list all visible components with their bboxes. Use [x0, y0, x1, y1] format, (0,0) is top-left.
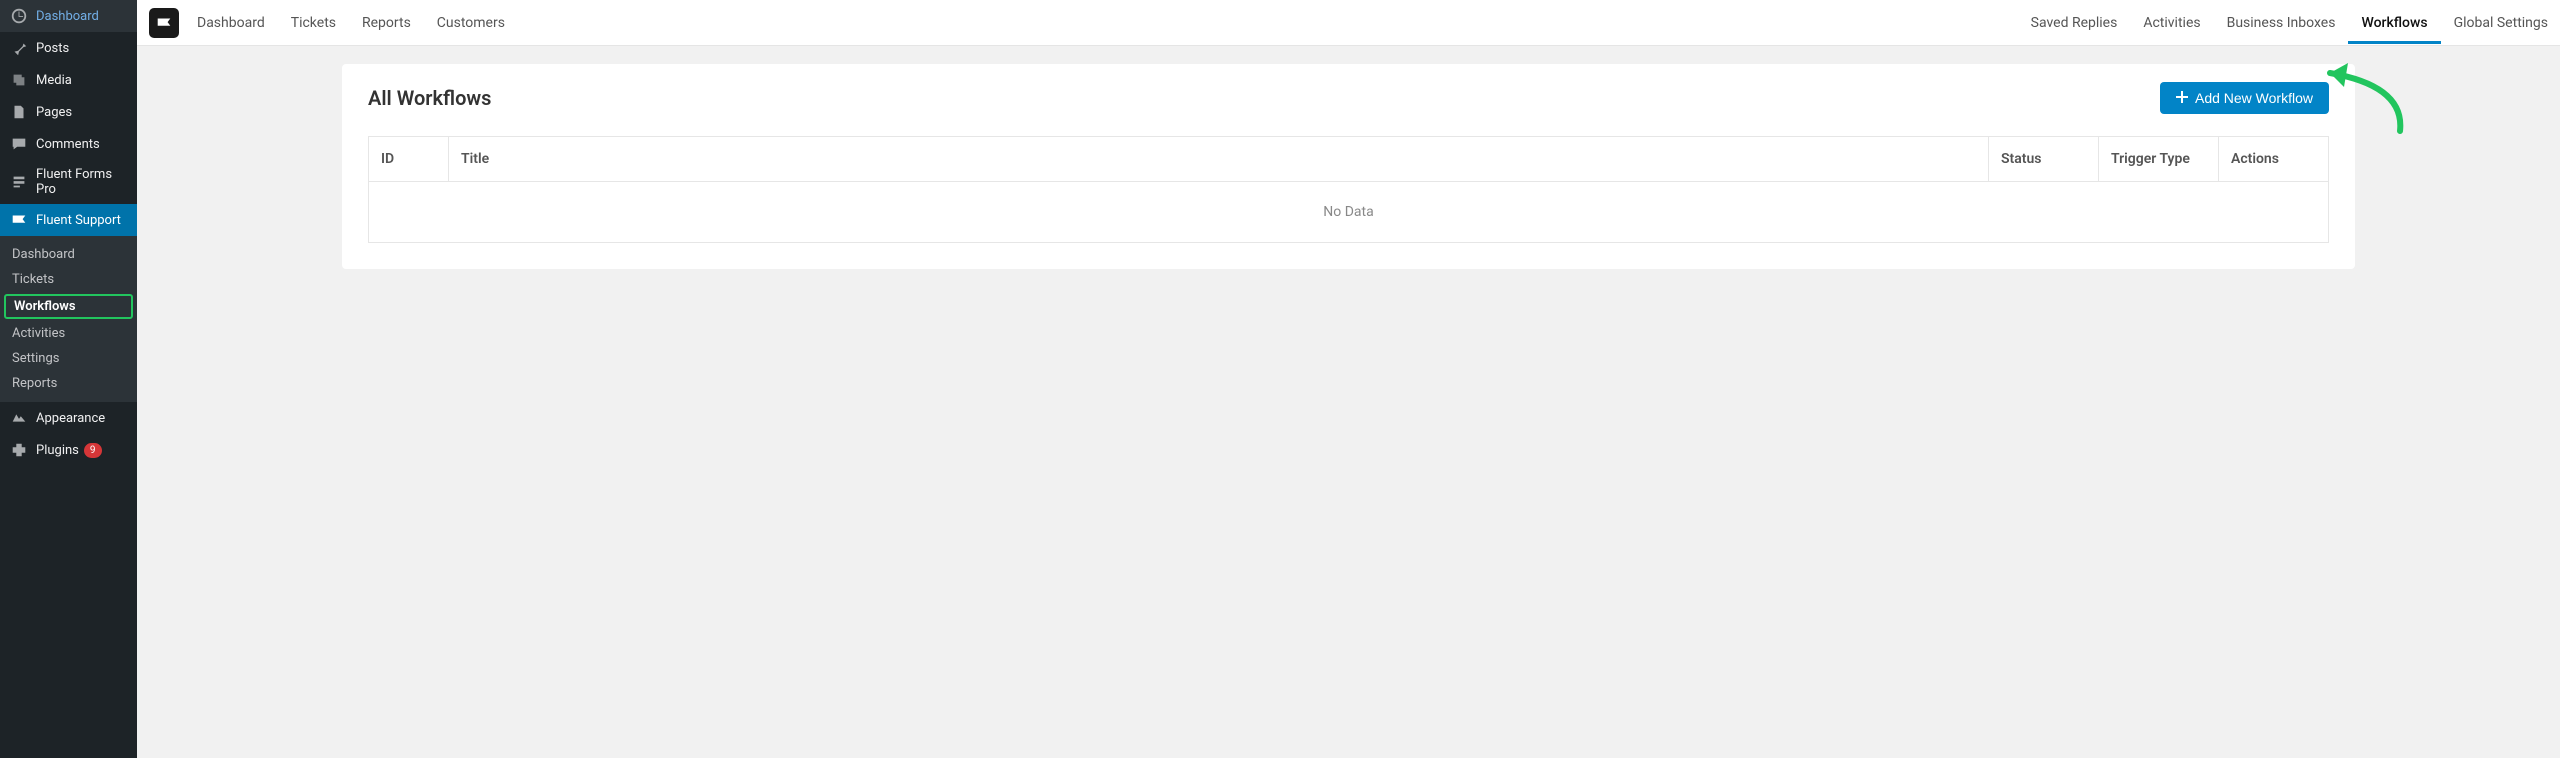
- sidebar-item-label: Posts: [36, 41, 69, 56]
- col-title: Title: [449, 137, 1989, 182]
- sidebar-item-media[interactable]: Media: [0, 64, 137, 96]
- plugins-icon: [10, 441, 28, 459]
- pages-icon: [10, 103, 28, 121]
- plus-icon: [2176, 90, 2188, 106]
- topnav-tickets[interactable]: Tickets: [291, 3, 336, 43]
- sidebar-subitem-reports[interactable]: Reports: [0, 371, 137, 396]
- comments-icon: [10, 135, 28, 153]
- plugin-logo[interactable]: [149, 8, 179, 38]
- dashboard-icon: [10, 7, 28, 25]
- sidebar-item-plugins[interactable]: Plugins 9: [0, 434, 137, 466]
- sidebar-subitem-tickets[interactable]: Tickets: [0, 267, 137, 292]
- sidebar-item-label: Media: [36, 73, 72, 88]
- empty-state: No Data: [369, 182, 2329, 243]
- pin-icon: [10, 39, 28, 57]
- page-title: All Workflows: [368, 86, 491, 110]
- sidebar-subitem-workflows[interactable]: Workflows: [4, 294, 133, 319]
- workflows-card: All Workflows Add New Workflow ID Title …: [342, 64, 2355, 269]
- topnav-business-inboxes[interactable]: Business Inboxes: [2227, 3, 2336, 43]
- media-icon: [10, 71, 28, 89]
- sidebar-item-fluent-forms[interactable]: Fluent Forms Pro: [0, 160, 137, 204]
- sidebar-item-appearance[interactable]: Appearance: [0, 402, 137, 434]
- sidebar-item-pages[interactable]: Pages: [0, 96, 137, 128]
- sidebar-item-label: Pages: [36, 105, 72, 120]
- sidebar-item-comments[interactable]: Comments: [0, 128, 137, 160]
- main-area: Dashboard Tickets Reports Customers Save…: [137, 0, 2560, 758]
- topnav-activities[interactable]: Activities: [2143, 3, 2200, 43]
- sidebar-item-label: Appearance: [36, 411, 105, 426]
- content-wrap: All Workflows Add New Workflow ID Title …: [137, 46, 2560, 758]
- topnav-reports[interactable]: Reports: [362, 3, 411, 43]
- col-status: Status: [1989, 137, 2099, 182]
- table-header-row: ID Title Status Trigger Type Actions: [369, 137, 2329, 182]
- topnav-customers[interactable]: Customers: [437, 3, 505, 43]
- sidebar-item-label: Dashboard: [36, 9, 99, 24]
- workflows-table: ID Title Status Trigger Type Actions No …: [368, 136, 2329, 243]
- plugins-update-badge: 9: [84, 443, 102, 458]
- add-workflow-label: Add New Workflow: [2195, 90, 2313, 106]
- sidebar-item-dashboard[interactable]: Dashboard: [0, 0, 137, 32]
- col-actions: Actions: [2219, 137, 2329, 182]
- topnav-saved-replies[interactable]: Saved Replies: [2031, 3, 2118, 43]
- col-id: ID: [369, 137, 449, 182]
- forms-icon: [10, 173, 28, 191]
- sidebar-subitem-settings[interactable]: Settings: [0, 346, 137, 371]
- sidebar-submenu: Dashboard Tickets Workflows Activities S…: [0, 236, 137, 402]
- sidebar-item-fluent-support[interactable]: Fluent Support: [0, 204, 137, 236]
- topnav-dashboard[interactable]: Dashboard: [197, 3, 265, 43]
- sidebar-item-label: Comments: [36, 137, 100, 152]
- topnav-global-settings[interactable]: Global Settings: [2454, 3, 2548, 43]
- sidebar-subitem-dashboard[interactable]: Dashboard: [0, 242, 137, 267]
- card-header: All Workflows Add New Workflow: [368, 82, 2329, 114]
- plugin-topbar: Dashboard Tickets Reports Customers Save…: [137, 0, 2560, 46]
- table-empty-row: No Data: [369, 182, 2329, 243]
- sidebar-item-label: Fluent Forms Pro: [36, 167, 129, 197]
- topnav-left: Dashboard Tickets Reports Customers: [197, 3, 505, 43]
- support-icon: [10, 211, 28, 229]
- sidebar-item-posts[interactable]: Posts: [0, 32, 137, 64]
- col-trigger: Trigger Type: [2099, 137, 2219, 182]
- wp-admin-sidebar: Dashboard Posts Media Pages Comments Flu…: [0, 0, 137, 758]
- appearance-icon: [10, 409, 28, 427]
- topnav-workflows[interactable]: Workflows: [2361, 3, 2427, 43]
- sidebar-item-label: Plugins: [36, 443, 79, 458]
- topnav-right: Saved Replies Activities Business Inboxe…: [2031, 3, 2548, 43]
- add-workflow-button[interactable]: Add New Workflow: [2160, 82, 2329, 114]
- sidebar-subitem-activities[interactable]: Activities: [0, 321, 137, 346]
- sidebar-item-label: Fluent Support: [36, 213, 121, 228]
